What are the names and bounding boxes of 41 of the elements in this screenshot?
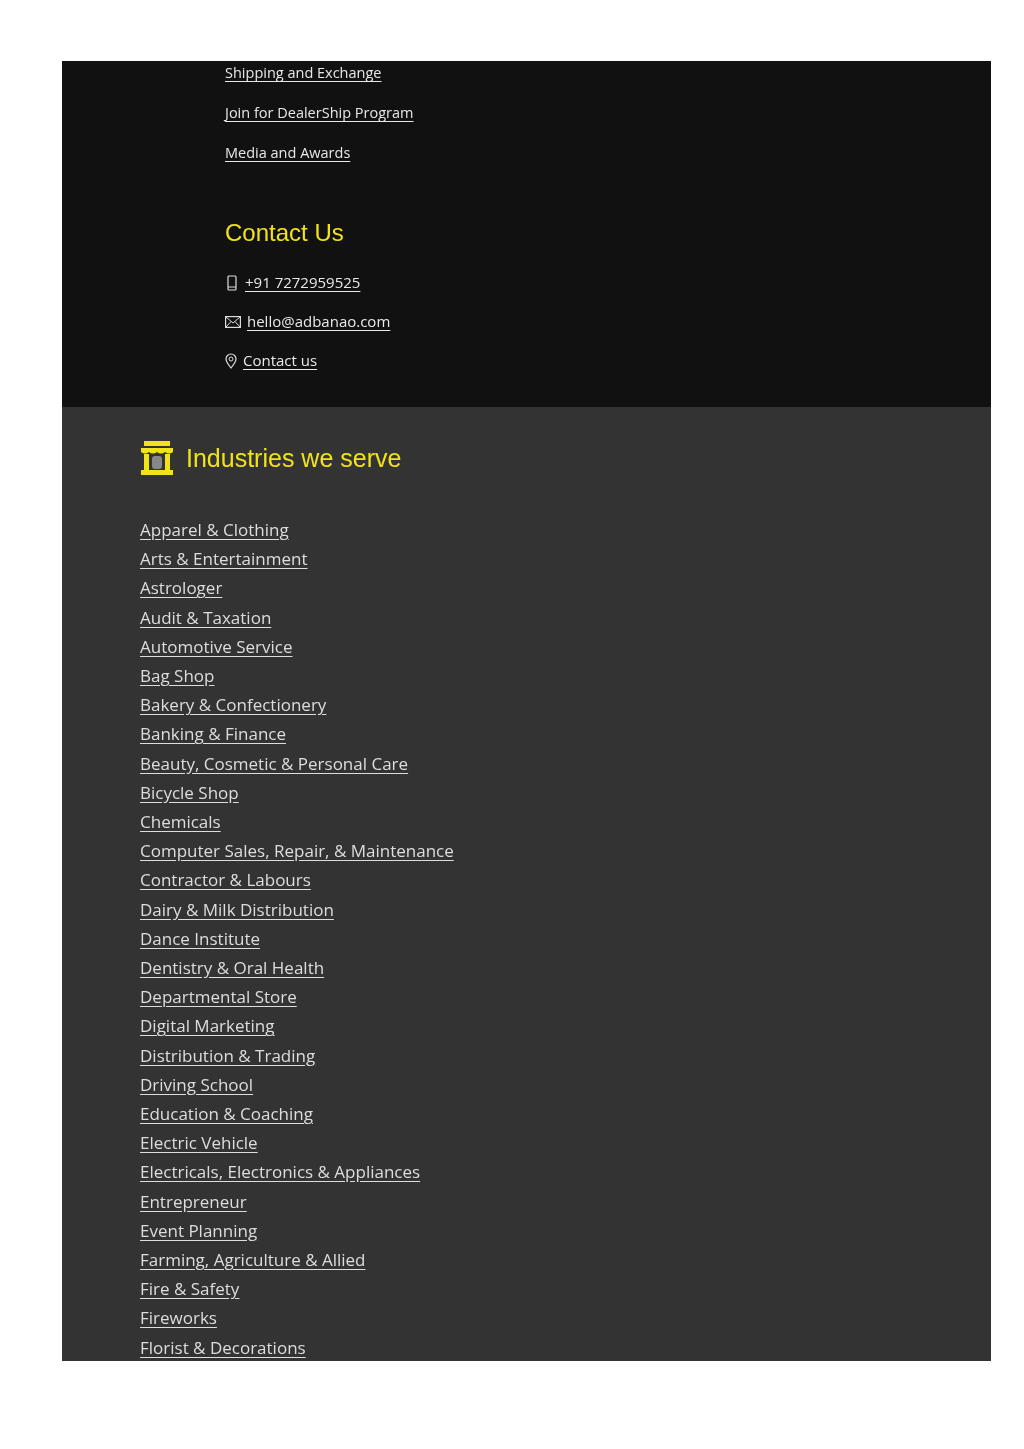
industry-link[interactable]: Chemicals	[140, 807, 221, 837]
industry-link[interactable]: Banking & Finance	[140, 719, 286, 749]
industry-link[interactable]: Dairy & Milk Distribution	[140, 894, 334, 924]
location-pin-icon	[225, 352, 237, 369]
industry-link[interactable]: Driving School	[140, 1069, 254, 1100]
industry-link[interactable]: Arts & Entertainment	[140, 544, 308, 574]
industry-link[interactable]: Apparel & Clothing	[140, 515, 289, 545]
industry-link[interactable]: Farming, Agriculture & Allied	[140, 1245, 366, 1275]
industry-link[interactable]: Fireworks	[140, 1303, 217, 1333]
phone-icon	[225, 274, 239, 291]
industry-link[interactable]: Bicycle Shop	[140, 777, 239, 808]
industry-link[interactable]: Automotive Service	[140, 631, 293, 661]
envelope-icon	[225, 315, 241, 328]
industry-link[interactable]: Entrepreneur	[140, 1186, 247, 1216]
contact-link[interactable]: hello@adbanao.com	[225, 310, 391, 333]
section-heading: Contact Us	[225, 219, 345, 247]
industry-link[interactable]: Audit & Taxation	[140, 602, 272, 632]
industry-link[interactable]: Electric Vehicle	[140, 1128, 258, 1158]
industry-link[interactable]: Fire & Safety	[140, 1274, 240, 1304]
industry-link[interactable]: Digital Marketing	[140, 1011, 275, 1041]
contact-link[interactable]: +91 7272959525	[225, 271, 361, 294]
industry-link[interactable]: Bag Shop	[140, 661, 215, 691]
industry-link[interactable]: Astrologer	[140, 573, 223, 603]
industry-link[interactable]: Dentistry & Oral Health	[140, 953, 325, 983]
industry-link[interactable]: Contractor & Labours	[140, 865, 311, 895]
industry-link[interactable]: Event Planning	[140, 1215, 258, 1246]
footer-link[interactable]: Join for DealerShip Program	[225, 101, 414, 124]
industry-link[interactable]: Dance Institute	[140, 923, 261, 954]
industry-link[interactable]: Electricals, Electronics & Appliances	[140, 1157, 421, 1187]
industry-link[interactable]: Computer Sales, Repair, & Maintenance	[140, 836, 454, 866]
section-heading: Industries we serve	[186, 443, 402, 473]
shop-icon	[140, 441, 174, 475]
industry-link[interactable]: Education & Coaching	[140, 1099, 313, 1129]
industry-link[interactable]: Departmental Store	[140, 982, 297, 1012]
industry-link[interactable]: Distribution & Trading	[140, 1040, 316, 1070]
industry-link[interactable]: Beauty, Cosmetic & Personal Care	[140, 748, 409, 778]
footer-link[interactable]: Shipping and Exchange	[225, 61, 382, 84]
footer-link[interactable]: Media and Awards	[225, 141, 351, 164]
industry-link[interactable]: Florist & Decorations	[140, 1332, 306, 1361]
industry-link[interactable]: Bakery & Confectionery	[140, 690, 327, 720]
contact-link[interactable]: Contact us	[225, 349, 318, 372]
